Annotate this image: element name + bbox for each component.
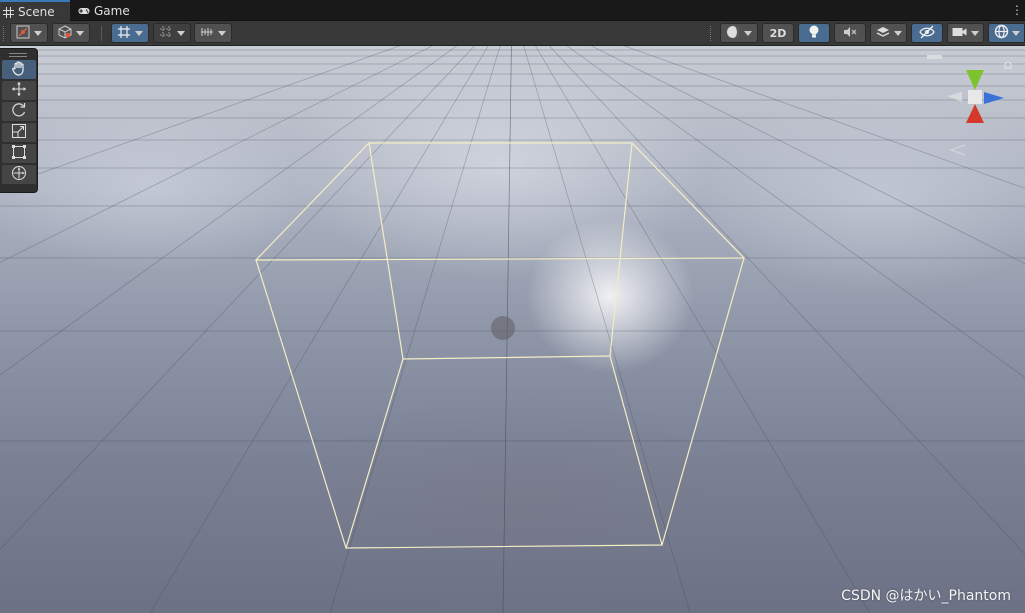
scene-toolbar: 2D	[0, 21, 1025, 46]
chevron-down-icon	[1011, 30, 1020, 36]
ruler-icon	[200, 25, 214, 42]
increment-snapping-dropdown[interactable]	[153, 23, 191, 43]
scene-viewport[interactable]: CSDN @はかい_Phantom	[0, 46, 1025, 613]
gizmos-dropdown[interactable]	[988, 23, 1025, 43]
move-tool-button[interactable]	[2, 81, 36, 100]
chevron-down-icon	[744, 30, 752, 36]
pivot-point	[491, 316, 515, 340]
chevron-down-icon	[893, 30, 902, 36]
hand-tool-button[interactable]	[2, 60, 36, 79]
more-options-icon[interactable]: ⋮	[1011, 3, 1023, 17]
scale-icon	[11, 123, 27, 143]
bounds-cube-wireframe	[254, 142, 746, 549]
x-axis-cone	[966, 104, 984, 123]
layers-icon	[876, 25, 890, 42]
tab-scene-label: Scene	[18, 5, 55, 19]
neg-x-axis-cone	[947, 92, 962, 102]
toolbar-grip	[710, 26, 713, 41]
unity-scene-window: Scene Game ⋮ 2D CSDN @はかい_Phantom	[0, 0, 1025, 613]
chevron-down-icon	[177, 30, 185, 36]
palette-grip[interactable]	[9, 53, 27, 57]
scale-tool-button[interactable]	[2, 123, 36, 142]
toolbar-separator	[101, 26, 102, 41]
z-axis-cone	[984, 92, 1004, 104]
grid-snap-icon	[117, 25, 131, 42]
chevron-down-icon	[76, 30, 84, 36]
pivot-icon	[16, 25, 30, 42]
chevron-down-icon	[971, 30, 979, 36]
tool-palette	[0, 48, 38, 193]
toggle-2d-button[interactable]: 2D	[762, 23, 794, 43]
effects-dropdown[interactable]	[870, 23, 907, 43]
audio-toggle[interactable]	[834, 23, 866, 43]
shading-mode-dropdown[interactable]	[720, 23, 758, 43]
draw-mode-dropdown[interactable]	[52, 23, 90, 43]
audio-muted-icon	[843, 25, 857, 42]
grid-icon	[2, 6, 14, 18]
tab-game[interactable]: Game	[76, 0, 138, 21]
rotate-tool-button[interactable]	[2, 102, 36, 121]
tab-scene[interactable]: Scene	[0, 0, 70, 22]
chevron-down-icon	[34, 30, 42, 36]
rect-transform-icon	[11, 144, 27, 164]
toolbar-grip	[3, 26, 6, 41]
gizmo-center-cube	[968, 90, 982, 104]
hand-icon	[11, 60, 27, 80]
tab-bar: Scene Game ⋮	[0, 0, 1025, 22]
scene-overlay	[0, 46, 1025, 613]
camera-dropdown[interactable]	[947, 23, 984, 43]
chevron-down-icon	[218, 30, 226, 36]
tab-game-label: Game	[94, 3, 130, 18]
toggle-2d-label: 2D	[769, 26, 787, 40]
watermark-text: CSDN @はかい_Phantom	[841, 588, 1011, 604]
lightbulb-icon	[808, 25, 820, 42]
gamepad-icon	[78, 5, 90, 17]
shaded-sphere-icon	[726, 25, 740, 42]
scene-visibility-toggle[interactable]	[911, 23, 943, 43]
chevron-down-icon	[135, 30, 143, 36]
transform-icon	[11, 165, 27, 185]
gizmo-globe-icon	[994, 24, 1009, 42]
rect-tool-button[interactable]	[2, 144, 36, 163]
tool-handle-dropdown[interactable]	[10, 23, 48, 43]
transform-tool-button[interactable]	[2, 165, 36, 184]
cube-icon	[58, 24, 72, 42]
ruler-dropdown[interactable]	[194, 23, 232, 43]
y-axis-cone	[966, 70, 984, 90]
snap-increment-icon	[159, 25, 173, 42]
move-icon	[11, 81, 27, 101]
rotate-icon	[11, 102, 27, 122]
eye-hidden-icon	[919, 25, 935, 42]
grid-snapping-dropdown[interactable]	[111, 23, 149, 43]
camera-icon	[952, 26, 967, 41]
lighting-toggle[interactable]	[798, 23, 830, 43]
